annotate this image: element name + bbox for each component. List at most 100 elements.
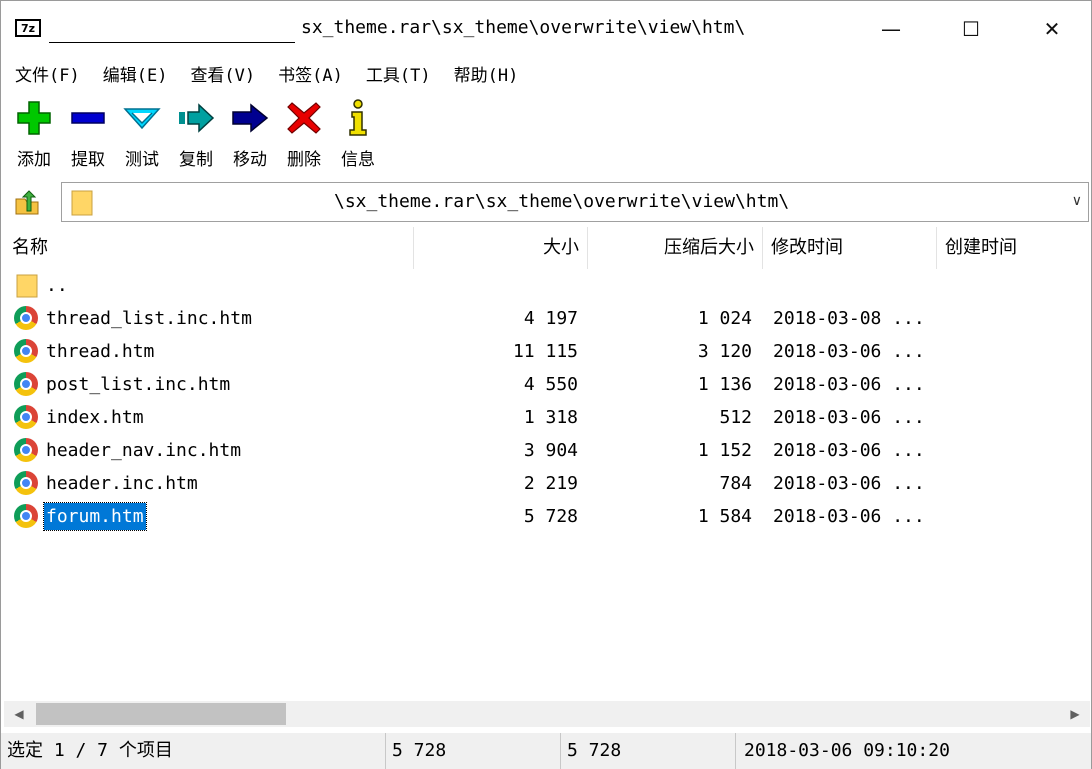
column-created[interactable]: 创建时间 xyxy=(937,227,1090,269)
column-name[interactable]: 名称 xyxy=(4,227,414,269)
file-row[interactable]: post_list.inc.htm 4 550 1 136 2018-03-06… xyxy=(4,368,1090,401)
file-size: 11 115 xyxy=(512,341,578,362)
chrome-icon xyxy=(14,438,38,462)
file-packed-size: 3 120 xyxy=(697,341,752,362)
file-list[interactable]: 名称 大小 压缩后大小 修改时间 创建时间 .. thread_list.inc… xyxy=(4,227,1090,701)
file-size: 4 550 xyxy=(523,374,578,395)
menu-file[interactable]: 文件(F) xyxy=(15,61,80,86)
minimize-button[interactable]: — xyxy=(851,1,931,57)
add-icon xyxy=(17,101,51,135)
test-icon xyxy=(123,108,161,130)
column-packed-size[interactable]: 压缩后大小 xyxy=(588,227,763,269)
extract-label: 提取 xyxy=(71,150,105,170)
copy-button[interactable]: 复制 xyxy=(169,93,223,175)
add-button[interactable]: 添加 xyxy=(7,93,61,175)
file-modified: 2018-03-06 ... xyxy=(773,473,925,494)
7zip-app-icon[interactable] xyxy=(15,19,41,37)
chrome-icon xyxy=(14,405,38,429)
close-button[interactable]: ✕ xyxy=(1012,1,1092,57)
folder-icon xyxy=(71,190,93,216)
file-row[interactable]: header_nav.inc.htm 3 904 1 152 2018-03-0… xyxy=(4,434,1090,467)
menu-view[interactable]: 查看(V) xyxy=(190,61,255,86)
extract-button[interactable]: 提取 xyxy=(61,93,115,175)
test-label: 测试 xyxy=(125,150,159,170)
title-path-redacted xyxy=(49,17,295,43)
file-name: header_nav.inc.htm xyxy=(46,440,242,461)
file-modified: 2018-03-06 ... xyxy=(773,506,925,527)
move-icon xyxy=(232,103,269,133)
file-modified: 2018-03-08 ... xyxy=(773,308,925,329)
file-packed-size: 1 024 xyxy=(697,308,752,329)
menu-help[interactable]: 帮助(H) xyxy=(454,61,519,86)
app-window: sx_theme.rar\sx_theme\overwrite\view\htm… xyxy=(0,0,1092,769)
file-size: 3 904 xyxy=(523,440,578,461)
status-modified: 2018-03-06 09:10:20 xyxy=(744,740,950,761)
window-title: sx_theme.rar\sx_theme\overwrite\view\htm… xyxy=(301,17,746,38)
file-name: forum.htm xyxy=(43,502,147,531)
test-button[interactable]: 测试 xyxy=(115,93,169,175)
info-button[interactable]: 信息 xyxy=(331,93,385,175)
status-selection: 选定 1 / 7 个项目 xyxy=(1,733,386,769)
file-modified: 2018-03-06 ... xyxy=(773,440,925,461)
chrome-icon xyxy=(14,339,38,363)
column-modified[interactable]: 修改时间 xyxy=(763,227,937,269)
scroll-right-icon[interactable]: ▶ xyxy=(1064,704,1086,724)
file-packed-size: 1 136 xyxy=(697,374,752,395)
file-size: 4 197 xyxy=(523,308,578,329)
info-label: 信息 xyxy=(341,150,375,170)
column-header: 名称 大小 压缩后大小 修改时间 创建时间 xyxy=(4,227,1090,269)
parent-folder-row[interactable]: .. xyxy=(4,269,1090,302)
title-bar: sx_theme.rar\sx_theme\overwrite\view\htm… xyxy=(1,1,1091,57)
file-name: index.htm xyxy=(46,407,144,428)
extract-icon xyxy=(71,112,105,124)
address-field[interactable]: \sx_theme.rar\sx_theme\overwrite\view\ht… xyxy=(61,182,1089,222)
file-size: 2 219 xyxy=(523,473,578,494)
toolbar: 添加 提取 测试 复制 移动 删除 信息 xyxy=(1,93,385,175)
column-size[interactable]: 大小 xyxy=(414,227,588,269)
file-row[interactable]: header.inc.htm 2 219 784 2018-03-06 ... xyxy=(4,467,1090,500)
file-name: thread.htm xyxy=(46,341,155,362)
add-label: 添加 xyxy=(17,150,51,170)
copy-icon xyxy=(179,103,215,133)
menu-edit[interactable]: 编辑(E) xyxy=(103,61,168,86)
menu-bookmarks[interactable]: 书签(A) xyxy=(278,61,343,86)
chrome-icon xyxy=(14,504,38,528)
delete-icon xyxy=(287,102,321,134)
menu-tools[interactable]: 工具(T) xyxy=(366,61,431,86)
file-packed-size: 1 584 xyxy=(697,506,752,527)
scrollbar-thumb[interactable] xyxy=(36,703,286,725)
file-row[interactable]: thread_list.inc.htm 4 197 1 024 2018-03-… xyxy=(4,302,1090,335)
address-bar: \sx_theme.rar\sx_theme\overwrite\view\ht… xyxy=(1,179,1091,225)
chrome-icon xyxy=(14,471,38,495)
file-modified: 2018-03-06 ... xyxy=(773,407,925,428)
scroll-left-icon[interactable]: ◀ xyxy=(8,704,30,724)
copy-label: 复制 xyxy=(179,150,213,170)
address-dropdown-icon[interactable]: ∨ xyxy=(1072,193,1082,209)
file-size: 1 318 xyxy=(523,407,578,428)
delete-label: 删除 xyxy=(287,150,321,170)
file-packed-size: 1 152 xyxy=(697,440,752,461)
address-path: \sx_theme.rar\sx_theme\overwrite\view\ht… xyxy=(334,191,790,212)
menu-bar: 文件(F) 编辑(E) 查看(V) 书签(A) 工具(T) 帮助(H) xyxy=(1,57,1091,89)
chrome-icon xyxy=(14,306,38,330)
file-packed-size: 784 xyxy=(719,473,752,494)
file-row[interactable]: thread.htm 11 115 3 120 2018-03-06 ... xyxy=(4,335,1090,368)
file-name: post_list.inc.htm xyxy=(46,374,231,395)
status-packed-size: 5 728 xyxy=(561,733,736,769)
info-icon xyxy=(349,99,367,136)
chrome-icon xyxy=(14,372,38,396)
horizontal-scrollbar[interactable]: ◀ ▶ xyxy=(4,701,1090,727)
up-folder-button[interactable] xyxy=(7,185,47,221)
maximize-button[interactable]: ☐ xyxy=(931,1,1011,57)
delete-button[interactable]: 删除 xyxy=(277,93,331,175)
file-row[interactable]: index.htm 1 318 512 2018-03-06 ... xyxy=(4,401,1090,434)
up-folder-icon xyxy=(15,190,39,215)
file-size: 5 728 xyxy=(523,506,578,527)
move-button[interactable]: 移动 xyxy=(223,93,277,175)
file-modified: 2018-03-06 ... xyxy=(773,341,925,362)
file-packed-size: 512 xyxy=(719,407,752,428)
status-bar: 选定 1 / 7 个项目 5 728 5 728 2018-03-06 09:1… xyxy=(1,733,1091,769)
status-size: 5 728 xyxy=(386,733,561,769)
file-name: .. xyxy=(46,275,68,296)
file-row-selected[interactable]: forum.htm 5 728 1 584 2018-03-06 ... xyxy=(4,500,1090,533)
